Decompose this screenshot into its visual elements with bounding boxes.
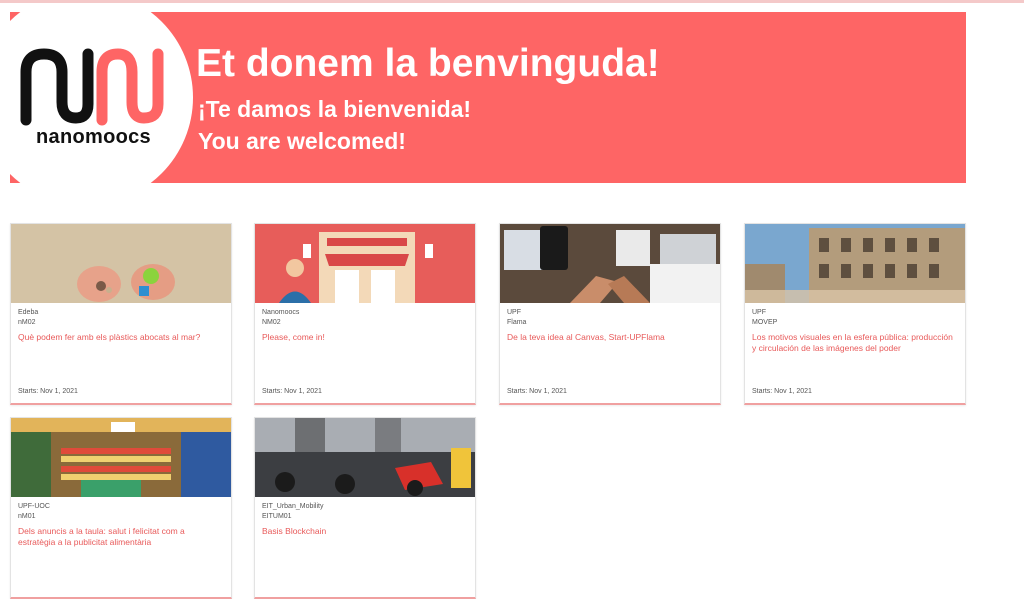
course-org: UPF: [752, 309, 766, 316]
course-code: nM02: [18, 319, 36, 326]
course-card[interactable]: UPF MOVEP Los motivos visuales en la esf…: [744, 223, 966, 405]
top-border: [0, 0, 1024, 3]
course-org: Nanomoocs: [262, 309, 300, 316]
course-code: EITUM01: [262, 513, 292, 520]
course-image-visual-motifs[interactable]: [745, 224, 965, 303]
course-code: nM01: [18, 513, 36, 520]
course-card[interactable]: UPF-UOC nM01 Dels anuncis a la taula: sa…: [10, 417, 232, 599]
course-code: NM02: [262, 319, 281, 326]
course-start-date: Starts: Nov 1, 2021: [18, 388, 78, 395]
course-card[interactable]: Edeba nM02 Què podem fer amb els plàstic…: [10, 223, 232, 405]
course-org: UPF-UOC: [18, 503, 50, 510]
course-image-motorbikes[interactable]: [255, 418, 475, 497]
course-title-link[interactable]: De la teva idea al Canvas, Start-UPFlama: [507, 332, 712, 343]
course-card[interactable]: UPF Flama De la teva idea al Canvas, Sta…: [499, 223, 721, 405]
course-image-supermarket[interactable]: [11, 418, 231, 497]
course-image-plastics[interactable]: [11, 224, 231, 303]
course-start-date: Starts: Nov 1, 2021: [262, 388, 322, 395]
course-title-link[interactable]: Please, come in!: [262, 332, 467, 343]
course-title-link[interactable]: Dels anuncis a la taula: salut i felicit…: [18, 526, 223, 548]
welcome-subtitle-es: ¡Te damos la bienvenida!: [198, 96, 472, 122]
course-org: UPF: [507, 309, 521, 316]
course-start-date: Starts: Nov 1, 2021: [752, 388, 812, 395]
course-image-come-in[interactable]: [255, 224, 475, 303]
course-org: Edeba: [18, 309, 39, 316]
course-title-link[interactable]: Basis Blockchain: [262, 526, 467, 537]
course-card[interactable]: EIT_Urban_Mobility EITUM01 Basis Blockch…: [254, 417, 476, 599]
course-image-canvas[interactable]: [500, 224, 720, 303]
logo-wordmark: nanomoocs: [36, 126, 151, 148]
course-org: EIT_Urban_Mobility: [262, 503, 324, 510]
course-start-date: Starts: Nov 1, 2021: [507, 388, 567, 395]
course-title-link[interactable]: Què podem fer amb els plàstics abocats a…: [18, 332, 223, 343]
welcome-banner: nanomoocs Et donem la benvinguda! ¡Te da…: [10, 12, 966, 183]
course-code: MOVEP: [752, 319, 778, 326]
course-title-link[interactable]: Los motivos visuales en la esfera públic…: [752, 332, 957, 354]
welcome-subtitle-en: You are welcomed!: [198, 128, 406, 154]
welcome-title-ca: Et donem la benvinguda!: [196, 42, 660, 85]
nanomoocs-logo-icon[interactable]: [18, 44, 170, 126]
course-card[interactable]: Nanomoocs NM02 Please, come in! Starts: …: [254, 223, 476, 405]
course-code: Flama: [507, 319, 527, 326]
